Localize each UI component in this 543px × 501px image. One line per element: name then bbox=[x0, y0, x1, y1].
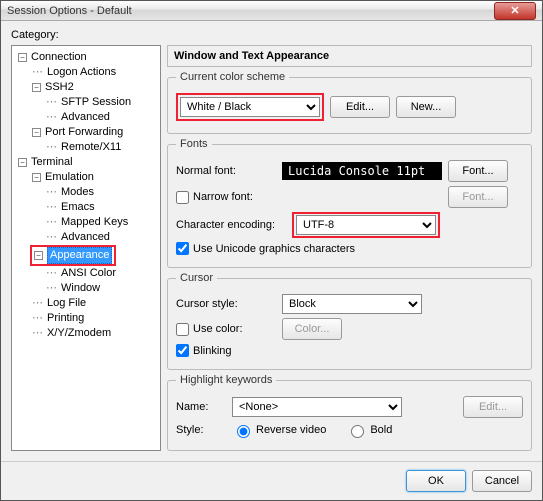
tree-window[interactable]: ⋯Window bbox=[44, 281, 102, 296]
settings-panel: Window and Text Appearance Current color… bbox=[167, 45, 532, 451]
tree-appearance[interactable]: −Appearance bbox=[30, 245, 116, 266]
color-scheme-group: Current color scheme White / Black Edit.… bbox=[167, 71, 532, 134]
dialog-button-bar: OK Cancel bbox=[1, 461, 542, 500]
tree-mapped-keys[interactable]: ⋯Mapped Keys bbox=[44, 215, 130, 230]
tree-ansi-color[interactable]: ⋯ANSI Color bbox=[44, 266, 118, 281]
hk-style-label: Style: bbox=[176, 424, 226, 436]
color-scheme-legend: Current color scheme bbox=[176, 71, 289, 83]
tree-log-file[interactable]: ⋯Log File bbox=[30, 296, 88, 311]
collapse-icon[interactable]: − bbox=[18, 53, 27, 62]
close-button[interactable]: ✕ bbox=[494, 2, 536, 20]
hk-edit-button: Edit... bbox=[463, 396, 523, 418]
cursor-legend: Cursor bbox=[176, 272, 217, 284]
tree-remote-x11[interactable]: ⋯Remote/X11 bbox=[44, 140, 123, 155]
fonts-group: Fonts Normal font: Lucida Console 11pt F… bbox=[167, 138, 532, 268]
panel-header: Window and Text Appearance bbox=[167, 45, 532, 67]
highlight-keywords-group: Highlight keywords Name: <None> Edit... … bbox=[167, 374, 532, 451]
tree-ssh2[interactable]: −SSH2 bbox=[30, 80, 76, 95]
narrow-font-check-input[interactable] bbox=[176, 191, 189, 204]
scheme-edit-button[interactable]: Edit... bbox=[330, 96, 390, 118]
unicode-graphics-checkbox[interactable]: Use Unicode graphics characters bbox=[176, 242, 355, 255]
session-options-dialog: Session Options - Default ✕ Category: −C… bbox=[0, 0, 543, 501]
hk-bold-radio[interactable]: Bold bbox=[346, 422, 392, 438]
hk-name-label: Name: bbox=[176, 401, 226, 413]
tree-port-forwarding[interactable]: −Port Forwarding bbox=[30, 125, 125, 140]
cursor-style-label: Cursor style: bbox=[176, 298, 276, 310]
narrow-font-checkbox[interactable]: Narrow font: bbox=[176, 191, 276, 204]
tree-emacs[interactable]: ⋯Emacs bbox=[44, 200, 97, 215]
tree-printing[interactable]: ⋯Printing bbox=[30, 311, 86, 326]
window-title: Session Options - Default bbox=[7, 5, 494, 17]
unicode-graphics-check-input[interactable] bbox=[176, 242, 189, 255]
tree-xyzmodem[interactable]: ⋯X/Y/Zmodem bbox=[30, 326, 113, 341]
collapse-icon[interactable]: − bbox=[34, 251, 43, 260]
blinking-checkbox[interactable]: Blinking bbox=[176, 344, 232, 357]
tree-logon-actions[interactable]: ⋯Logon Actions bbox=[30, 65, 118, 80]
normal-font-sample: Lucida Console 11pt bbox=[282, 162, 442, 180]
use-color-checkbox[interactable]: Use color: bbox=[176, 323, 276, 336]
tree-terminal[interactable]: −Terminal bbox=[16, 155, 75, 170]
tree-advanced-ssh[interactable]: ⋯Advanced bbox=[44, 110, 112, 125]
encoding-label: Character encoding: bbox=[176, 219, 286, 231]
tree-modes[interactable]: ⋯Modes bbox=[44, 185, 96, 200]
tree-advanced-emu[interactable]: ⋯Advanced bbox=[44, 230, 112, 245]
hk-reverse-radio[interactable]: Reverse video bbox=[232, 422, 326, 438]
cursor-group: Cursor Cursor style: Block Use color: Co… bbox=[167, 272, 532, 370]
normal-font-button[interactable]: Font... bbox=[448, 160, 508, 182]
collapse-icon[interactable]: − bbox=[32, 173, 41, 182]
tree-connection[interactable]: −Connection bbox=[16, 50, 89, 65]
collapse-icon[interactable]: − bbox=[32, 83, 41, 92]
blinking-check-input[interactable] bbox=[176, 344, 189, 357]
collapse-icon[interactable]: − bbox=[32, 128, 41, 137]
normal-font-label: Normal font: bbox=[176, 165, 276, 177]
hk-name-select[interactable]: <None> bbox=[232, 397, 402, 417]
scheme-new-button[interactable]: New... bbox=[396, 96, 456, 118]
color-scheme-select[interactable]: White / Black bbox=[180, 97, 320, 117]
tree-sftp-session[interactable]: ⋯SFTP Session bbox=[44, 95, 133, 110]
narrow-font-button: Font... bbox=[448, 186, 508, 208]
encoding-select[interactable]: UTF-8 bbox=[296, 215, 436, 235]
highlight-legend: Highlight keywords bbox=[176, 374, 276, 386]
cursor-color-button: Color... bbox=[282, 318, 342, 340]
category-tree[interactable]: −Connection ⋯Logon Actions −SSH2 ⋯SFTP S… bbox=[11, 45, 161, 451]
category-label: Category: bbox=[11, 29, 532, 41]
fonts-legend: Fonts bbox=[176, 138, 212, 150]
titlebar: Session Options - Default ✕ bbox=[1, 1, 542, 21]
close-icon: ✕ bbox=[510, 4, 519, 17]
collapse-icon[interactable]: − bbox=[18, 158, 27, 167]
ok-button[interactable]: OK bbox=[406, 470, 466, 492]
tree-emulation[interactable]: −Emulation bbox=[30, 170, 96, 185]
use-color-check-input[interactable] bbox=[176, 323, 189, 336]
cancel-button[interactable]: Cancel bbox=[472, 470, 532, 492]
cursor-style-select[interactable]: Block bbox=[282, 294, 422, 314]
